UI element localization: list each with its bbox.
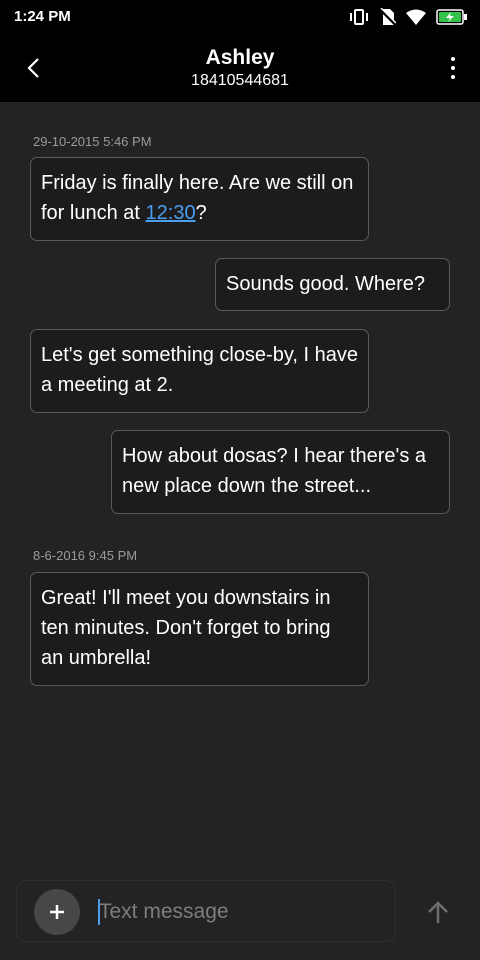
attach-button[interactable] xyxy=(34,889,80,935)
message-text: How about dosas? I hear there's a new pl… xyxy=(122,445,427,497)
vibrate-icon xyxy=(348,9,370,25)
send-button[interactable] xyxy=(420,894,456,930)
message-text: Sounds good. Where? xyxy=(226,273,426,295)
message-bubble-outgoing[interactable]: Sounds good. Where? xyxy=(215,258,450,311)
no-sim-icon xyxy=(380,8,396,26)
conversation-header: Ashley 18410544681 xyxy=(0,34,480,102)
message-bubble-incoming[interactable]: Great! I'll meet you downstairs in ten m… xyxy=(30,572,369,686)
message-text: ? xyxy=(195,202,207,224)
more-vertical-icon xyxy=(451,57,455,79)
plus-icon xyxy=(50,905,64,919)
contact-name: Ashley xyxy=(205,46,275,69)
message-bubble-outgoing[interactable]: How about dosas? I hear there's a new pl… xyxy=(111,430,450,514)
messaging-screen: 1:24 PM Ashley 18410544681 29-10-2015 5:… xyxy=(0,0,480,960)
message-text: Great! I'll meet you downstairs in ten m… xyxy=(41,587,331,669)
message-bubble-incoming[interactable]: Let's get something close-by, I have a m… xyxy=(30,329,369,413)
status-icons xyxy=(348,7,468,27)
arrow-up-icon xyxy=(428,901,448,923)
status-bar: 1:24 PM xyxy=(0,0,480,34)
message-timestamp: 8-6-2016 9:45 PM xyxy=(33,548,138,563)
message-composer xyxy=(16,880,396,942)
status-time: 1:24 PM xyxy=(14,8,71,25)
battery-charging-icon xyxy=(436,9,468,25)
wifi-icon xyxy=(406,9,426,25)
time-link[interactable]: 12:30 xyxy=(146,202,196,224)
message-timestamp: 29-10-2015 5:46 PM xyxy=(33,134,152,149)
contact-number: 18410544681 xyxy=(191,72,289,89)
more-options-button[interactable] xyxy=(448,52,458,84)
message-text: Let's get something close-by, I have a m… xyxy=(41,344,358,396)
message-input[interactable] xyxy=(99,897,379,927)
message-bubble-incoming[interactable]: Friday is finally here. Are we still on … xyxy=(30,157,369,241)
